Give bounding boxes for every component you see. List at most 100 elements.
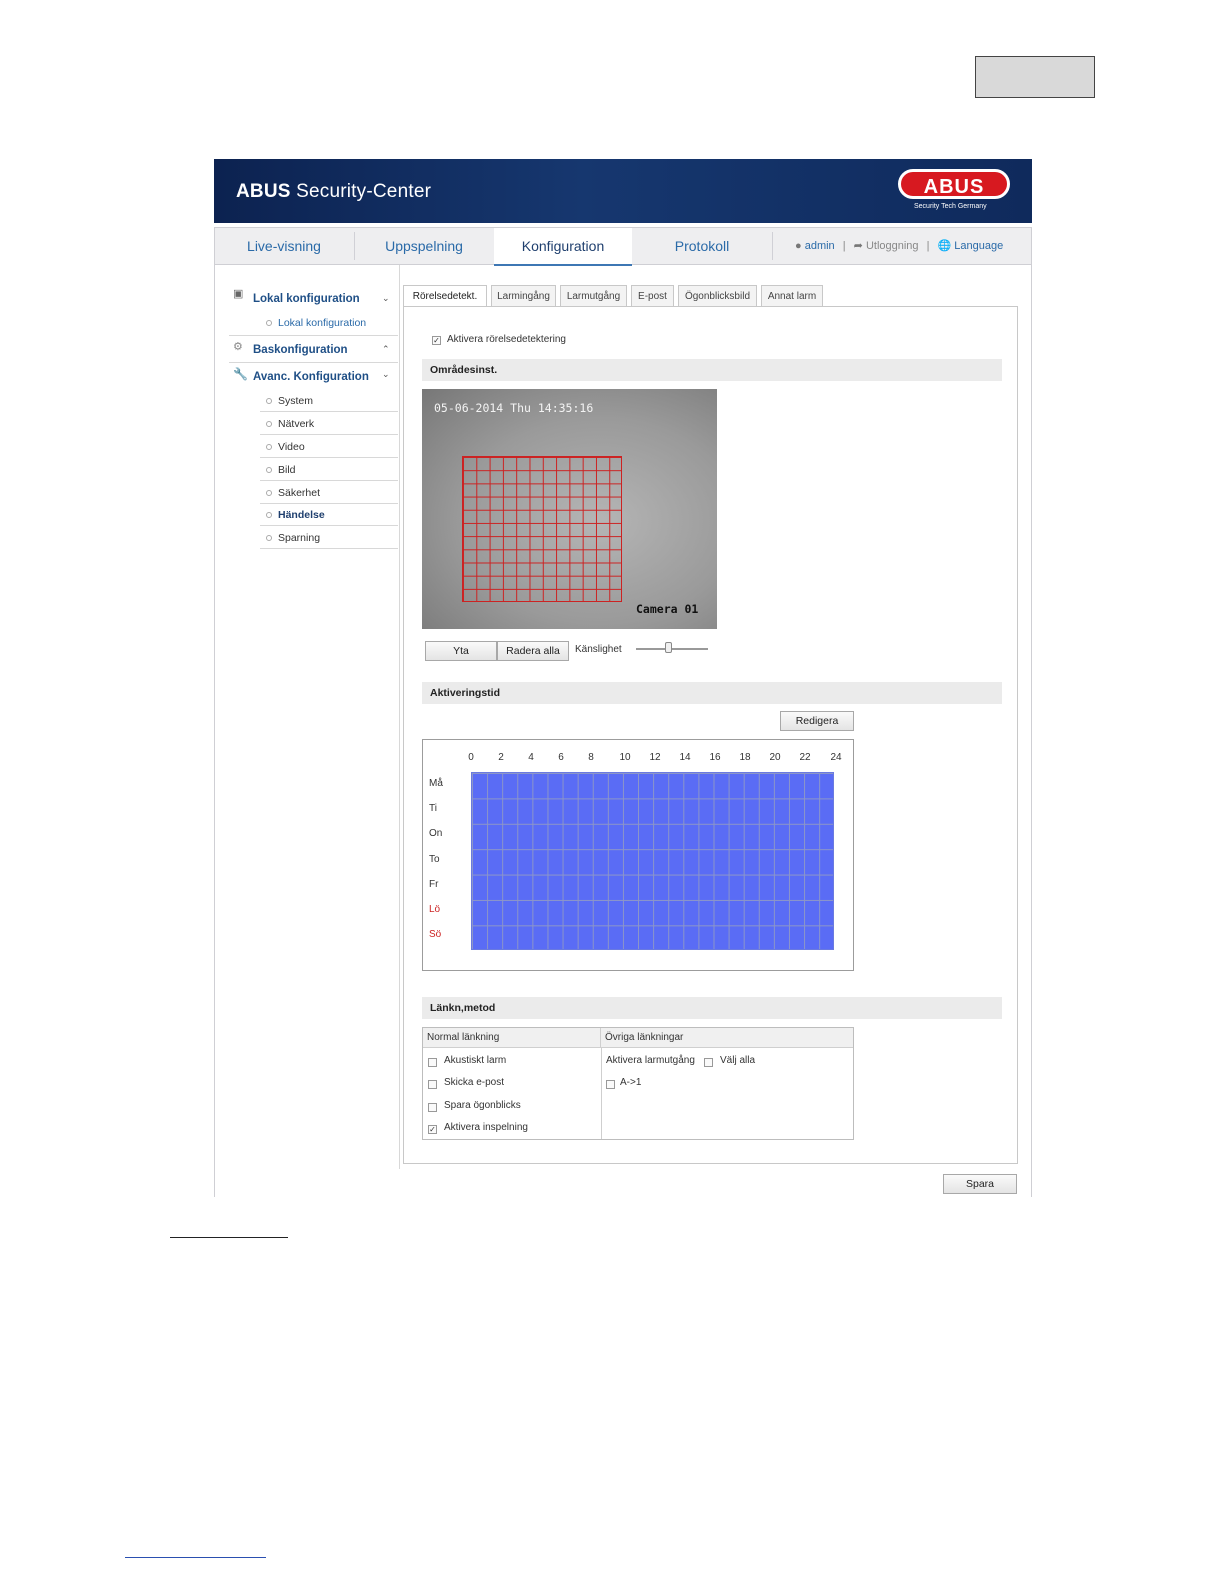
sidebar-basic-header[interactable]: Baskonfiguration <box>253 344 348 356</box>
sidebar-divider <box>260 548 398 549</box>
camera-name: Camera 01 <box>636 602 699 616</box>
sidebar-separator <box>399 265 400 1169</box>
output-a1-checkbox[interactable] <box>606 1080 615 1089</box>
tab-configuration[interactable]: Konfiguration <box>494 228 632 266</box>
area-button[interactable]: Yta <box>425 641 497 661</box>
chevron-up-icon[interactable]: ⌃ <box>382 344 390 355</box>
sidebar-divider <box>260 503 398 504</box>
tab-other-alarm[interactable]: Annat larm <box>761 285 823 307</box>
hour-label: 18 <box>739 752 751 763</box>
camera-preview[interactable]: 05-06-2014 Thu 14:35:16 Camera 01 <box>422 389 717 629</box>
content-area: ▣ Lokal konfiguration ⌄ Lokal konfigurat… <box>214 265 1032 1197</box>
tab-live-view[interactable]: Live-visning <box>215 228 353 264</box>
app-window: ABUS Security-Center ABUS Security Tech … <box>214 159 1032 1197</box>
tab-motion-detection[interactable]: Rörelsedetekt. <box>403 285 487 307</box>
language-link[interactable]: Language <box>954 240 1003 252</box>
sidebar: ▣ Lokal konfiguration ⌄ Lokal konfigurat… <box>215 265 399 1165</box>
day-label-monday: Må <box>429 778 443 789</box>
sensitivity-label: Känslighet <box>575 644 622 655</box>
user-sep: | <box>842 240 846 252</box>
output-a1-label: A->1 <box>620 1077 642 1088</box>
sidebar-item-event[interactable]: Händelse <box>278 509 325 521</box>
sidebar-divider <box>260 480 398 481</box>
alarm-output-label: Aktivera larmutgång <box>606 1055 695 1066</box>
abus-logo: ABUS <box>898 169 1010 199</box>
sidebar-divider <box>260 525 398 526</box>
send-email-checkbox[interactable] <box>428 1080 437 1089</box>
bullet-icon <box>266 535 272 541</box>
hour-label: 2 <box>498 752 504 763</box>
sidebar-divider <box>229 335 398 336</box>
bullet-icon <box>266 467 272 473</box>
hour-label: 12 <box>649 752 661 763</box>
day-label-wednesday: On <box>429 828 443 839</box>
tab-snapshot[interactable]: Ögonblicksbild <box>678 285 757 307</box>
save-snapshot-label: Spara ögonblicks <box>444 1100 521 1111</box>
other-linkage-header: Övriga länkningar <box>601 1028 853 1048</box>
sidebar-item-video[interactable]: Video <box>278 441 305 453</box>
save-button[interactable]: Spara <box>943 1174 1017 1194</box>
hour-label: 16 <box>709 752 721 763</box>
bullet-icon <box>266 398 272 404</box>
wrench-icon: 🔧 <box>233 367 248 381</box>
user-icon: ● <box>795 240 802 252</box>
tab-log[interactable]: Protokoll <box>633 228 771 264</box>
hour-label: 4 <box>528 752 534 763</box>
sidebar-divider <box>229 362 398 363</box>
clear-all-button[interactable]: Radera alla <box>497 641 569 661</box>
schedule-active-blocks[interactable] <box>471 772 834 950</box>
tab-alarm-input[interactable]: Larmingång <box>491 285 556 307</box>
sidebar-item-image[interactable]: Bild <box>278 464 296 476</box>
sidebar-divider <box>260 411 398 412</box>
sidebar-advanced-header[interactable]: Avanc. Konfiguration <box>253 371 369 383</box>
nav-divider <box>772 232 773 260</box>
enable-motion-label: Aktivera rörelsedetektering <box>447 334 566 345</box>
sidebar-divider <box>260 434 398 435</box>
logout-link[interactable]: Utloggning <box>866 240 919 252</box>
username[interactable]: admin <box>805 240 835 252</box>
tab-panel: ✓ Aktivera rörelsedetektering Områdesins… <box>403 306 1018 1164</box>
day-label-thursday: To <box>429 854 440 865</box>
save-snapshot-checkbox[interactable] <box>428 1103 437 1112</box>
audible-alarm-label: Akustiskt larm <box>444 1055 507 1066</box>
chevron-down-icon[interactable]: ⌄ <box>382 369 390 380</box>
header-banner: ABUS Security-Center ABUS Security Tech … <box>214 159 1032 223</box>
motion-area-grid[interactable] <box>462 456 622 602</box>
schedule-header: Aktiveringstid <box>422 682 1002 704</box>
bullet-icon <box>266 490 272 496</box>
page-corner-box <box>975 56 1095 98</box>
edit-schedule-button[interactable]: Redigera <box>780 711 854 731</box>
logo-tagline: Security Tech Germany <box>914 203 987 210</box>
normal-linkage-header: Normal länkning <box>423 1028 601 1048</box>
hour-label: 8 <box>588 752 594 763</box>
sidebar-item-security[interactable]: Säkerhet <box>278 487 320 499</box>
chevron-down-icon[interactable]: ⌄ <box>382 293 390 304</box>
sidebar-item-storage[interactable]: Sparning <box>278 532 320 544</box>
sidebar-local-header[interactable]: Lokal konfiguration <box>253 293 360 305</box>
sidebar-divider <box>260 457 398 458</box>
sidebar-item-network[interactable]: Nätverk <box>278 418 314 430</box>
sidebar-item-system[interactable]: System <box>278 395 313 407</box>
enable-motion-checkbox[interactable]: ✓ <box>432 336 441 345</box>
tab-email[interactable]: E-post <box>631 285 674 307</box>
logout-icon: ➦ <box>853 240 863 252</box>
enable-recording-checkbox[interactable]: ✓ <box>428 1125 437 1134</box>
camera-timestamp: 05-06-2014 Thu 14:35:16 <box>434 401 594 415</box>
column-divider <box>601 1048 602 1139</box>
sensitivity-slider-handle[interactable] <box>665 642 673 653</box>
tab-playback[interactable]: Uppspelning <box>355 228 493 264</box>
select-all-checkbox[interactable] <box>704 1058 713 1067</box>
day-label-tuesday: Ti <box>429 803 437 814</box>
bullet-icon <box>266 444 272 450</box>
sidebar-item-local-config[interactable]: Lokal konfiguration <box>278 317 366 329</box>
bullet-icon <box>266 320 272 326</box>
user-sep: | <box>926 240 930 252</box>
day-label-friday: Fr <box>429 879 439 890</box>
hour-label: 20 <box>769 752 781 763</box>
audible-alarm-checkbox[interactable] <box>428 1058 437 1067</box>
linkage-header: Länkn,metod <box>422 997 1002 1019</box>
footnote-rule <box>125 1557 266 1558</box>
caption-underline <box>170 1237 288 1238</box>
monitor-icon: ▣ <box>233 288 244 300</box>
tab-alarm-output[interactable]: Larmutgång <box>560 285 627 307</box>
